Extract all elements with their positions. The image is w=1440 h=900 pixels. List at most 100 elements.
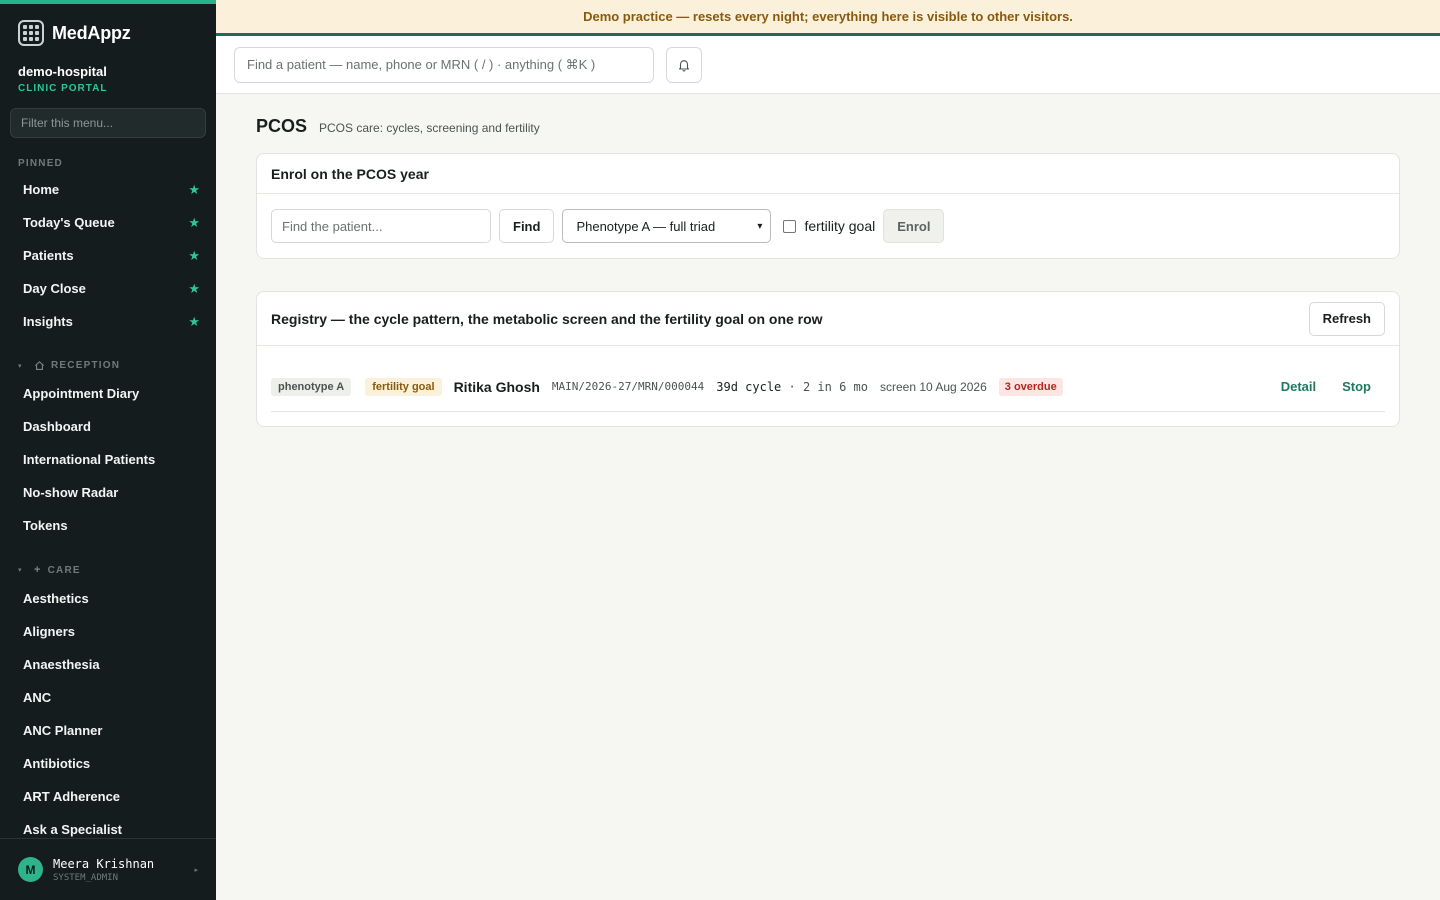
star-icon[interactable]: ★: [188, 281, 200, 297]
sidebar-item-label: ANC Planner: [23, 723, 103, 738]
sidebar-item-anc-planner[interactable]: ANC Planner: [0, 714, 216, 747]
brand-name: MedAppz: [52, 22, 131, 43]
patient-search-input[interactable]: Find a patient — name, phone or MRN ( / …: [234, 46, 654, 83]
patient-name: Ritika Ghosh: [453, 378, 540, 395]
reception-section-toggle[interactable]: ▾ RECEPTION: [0, 360, 216, 371]
detail-link[interactable]: Detail: [1281, 379, 1316, 394]
menu-filter-input[interactable]: Filter this menu...: [10, 108, 206, 138]
page-header: PCOS PCOS care: cycles, screening and fe…: [256, 116, 1400, 137]
sidebar-item-anaesthesia[interactable]: Anaesthesia: [0, 648, 216, 681]
bell-icon: [678, 59, 690, 72]
fertility-goal-checkbox[interactable]: [783, 219, 797, 233]
phenotype-badge: phenotype A: [271, 377, 352, 396]
cycle-frequency: · 2 in 6 mo: [788, 379, 868, 394]
star-icon[interactable]: ★: [188, 314, 200, 330]
find-patient-input[interactable]: Find the patient...: [271, 209, 491, 243]
enrol-card: Enrol on the PCOS year Find the patient.…: [256, 153, 1400, 259]
care-list: Aesthetics Aligners Anaesthesia ANC ANC …: [0, 582, 216, 846]
sidebar-item-antibiotics[interactable]: Antibiotics: [0, 747, 216, 780]
phenotype-select[interactable]: Phenotype A — full triad ▾: [562, 209, 772, 243]
notifications-button[interactable]: [666, 46, 702, 83]
sidebar-item-tokens[interactable]: Tokens: [0, 509, 216, 542]
sidebar-item-no-show-radar[interactable]: No-show Radar: [0, 476, 216, 509]
user-menu[interactable]: M Meera Krishnan SYSTEM_ADMIN ▸: [0, 838, 216, 900]
patient-mrn: MAIN/2026-27/MRN/000044: [551, 380, 705, 393]
chevron-down-icon: ▾: [757, 220, 763, 232]
sidebar-item-label: Patients: [23, 248, 74, 263]
sidebar-item-label: ANC: [23, 690, 52, 705]
sidebar-item-label: Dashboard: [23, 419, 91, 434]
sidebar-item-dashboard[interactable]: Dashboard: [0, 410, 216, 443]
star-icon[interactable]: ★: [188, 215, 200, 231]
pinned-section-label: PINNED: [0, 158, 216, 169]
registry-card: Registry — the cycle pattern, the metabo…: [256, 291, 1400, 427]
cycle-length: 39d cycle: [716, 379, 782, 394]
sidebar-item-appointment-diary[interactable]: Appointment Diary: [0, 377, 216, 410]
enrol-heading: Enrol on the PCOS year: [257, 154, 1399, 194]
phenotype-selected-value: Phenotype A — full triad: [576, 218, 716, 234]
sidebar-item-label: Appointment Diary: [23, 386, 140, 401]
page-subtitle: PCOS care: cycles, screening and fertili…: [319, 121, 540, 135]
sidebar: MedAppz demo-hospital CLINIC PORTAL Filt…: [0, 0, 216, 900]
page-title: PCOS: [256, 116, 308, 136]
sidebar-item-label: Aesthetics: [23, 591, 89, 606]
fertility-goal-checkbox-label[interactable]: fertility goal: [783, 218, 875, 234]
brand[interactable]: MedAppz: [0, 4, 216, 48]
sidebar-item-label: Anaesthesia: [23, 657, 100, 672]
sidebar-item-label: International Patients: [23, 452, 156, 467]
star-icon[interactable]: ★: [188, 248, 200, 264]
caret-down-icon: ▾: [18, 362, 23, 370]
screen-date: screen 10 Aug 2026: [880, 379, 987, 394]
sidebar-item-label: Aligners: [23, 624, 76, 639]
user-info: Meera Krishnan SYSTEM_ADMIN: [53, 857, 154, 883]
care-section-toggle[interactable]: ▾ + CARE: [0, 564, 216, 576]
sidebar-item-label: Home: [23, 182, 60, 197]
care-label: CARE: [47, 564, 81, 576]
enrol-button[interactable]: Enrol: [883, 209, 945, 243]
user-name: Meera Krishnan: [53, 856, 155, 871]
sidebar-item-home[interactable]: Home ★: [0, 173, 216, 206]
sidebar-item-label: Antibiotics: [23, 756, 91, 771]
sidebar-item-international-patients[interactable]: International Patients: [0, 443, 216, 476]
fertility-goal-badge: fertility goal: [365, 377, 442, 396]
user-role: SYSTEM_ADMIN: [53, 872, 119, 883]
refresh-button[interactable]: Refresh: [1308, 301, 1385, 336]
demo-banner: Demo practice — resets every night; ever…: [216, 0, 1440, 36]
sidebar-item-label: ART Adherence: [23, 789, 121, 804]
stop-link[interactable]: Stop: [1342, 379, 1371, 394]
portal-label: CLINIC PORTAL: [18, 83, 108, 94]
find-button[interactable]: Find: [499, 209, 555, 243]
topbar: Find a patient — name, phone or MRN ( / …: [216, 36, 1440, 94]
sidebar-item-anc[interactable]: ANC: [0, 681, 216, 714]
sidebar-item-label: Ask a Specialist: [23, 822, 122, 837]
plus-icon: +: [34, 564, 42, 576]
pinned-list: Home ★ Today's Queue ★ Patients ★ Day Close…: [0, 173, 216, 338]
chevron-icon: ▸: [194, 866, 198, 874]
reception-list: Appointment Diary Dashboard Internationa…: [0, 377, 216, 542]
sidebar-item-art-adherence[interactable]: ART Adherence: [0, 780, 216, 813]
fertility-goal-text: fertility goal: [804, 218, 876, 234]
app-grid-logo-icon: [18, 20, 44, 46]
sidebar-item-aesthetics[interactable]: Aesthetics: [0, 582, 216, 615]
enrol-form: Find the patient... Find Phenotype A — f…: [257, 194, 1399, 258]
home-icon: [35, 361, 44, 370]
cycle-info: 39d cycle · 2 in 6 mo: [716, 380, 868, 394]
pinned-label-text: PINNED: [18, 158, 63, 169]
sidebar-item-label: Day Close: [23, 281, 86, 296]
registry-heading: Registry — the cycle pattern, the metabo…: [271, 310, 823, 327]
avatar: M: [18, 857, 43, 882]
caret-down-icon: ▾: [18, 567, 23, 574]
sidebar-item-day-close[interactable]: Day Close ★: [0, 272, 216, 305]
overdue-badge: 3 overdue: [998, 377, 1063, 396]
registry-header: Registry — the cycle pattern, the metabo…: [257, 292, 1399, 346]
content: PCOS PCOS care: cycles, screening and fe…: [216, 116, 1440, 427]
org-name: demo-hospital: [18, 64, 107, 79]
star-icon[interactable]: ★: [188, 182, 200, 198]
sidebar-item-todays-queue[interactable]: Today's Queue ★: [0, 206, 216, 239]
row-actions: Detail Stop: [1281, 379, 1385, 394]
main-area: Demo practice — resets every night; ever…: [216, 0, 1440, 900]
sidebar-item-aligners[interactable]: Aligners: [0, 615, 216, 648]
sidebar-item-insights[interactable]: Insights ★: [0, 305, 216, 338]
sidebar-item-patients[interactable]: Patients ★: [0, 239, 216, 272]
sidebar-item-label: Insights: [23, 314, 73, 329]
